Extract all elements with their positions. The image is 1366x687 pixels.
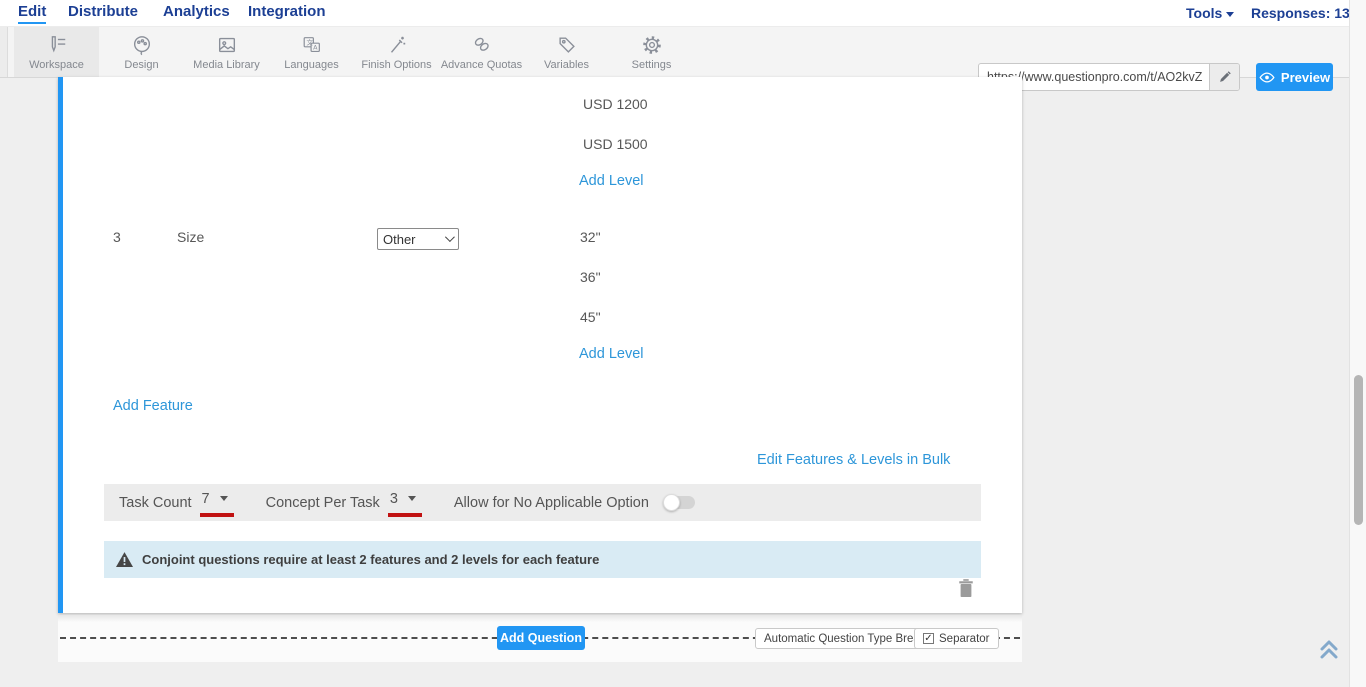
no-applicable-option-label: Allow for No Applicable Option [454,495,649,511]
survey-editor-page: Edit Distribute Analytics Integration To… [0,0,1366,687]
separator-label: Separator [939,633,990,645]
level-value[interactable]: 32" [580,229,601,245]
toolbar-item-languages[interactable]: 文A Languages [269,27,354,77]
toolbar-item-label: Settings [632,59,672,71]
warning-text: Conjoint questions require at least 2 fe… [142,552,599,567]
page-scrollbar-thumb[interactable] [1354,375,1363,525]
responses-count[interactable]: Responses: 135 [1251,5,1358,21]
toolbar-item-label: Variables [544,59,589,71]
task-count-value: 7 [202,491,210,507]
nav-tab-edit[interactable]: Edit [18,3,46,24]
concept-per-task-dropdown[interactable]: 3 [388,489,422,517]
pencil-icon [1218,70,1232,84]
no-applicable-option-toggle[interactable] [665,496,695,509]
toolbar-item-label: Finish Options [361,59,431,71]
media-library-icon [216,34,238,56]
tools-menu[interactable]: Tools [1186,5,1234,21]
preview-button[interactable]: Preview [1256,63,1333,91]
advance-quotas-icon [471,34,493,56]
feature-type-select-wrap: Other [377,228,459,250]
add-level-link[interactable]: Add Level [579,346,644,362]
add-question-strip: Add Question Automatic Question Type Bre… [58,615,1022,662]
settings-icon [641,34,663,56]
toolbar-item-label: Workspace [29,59,84,71]
svg-text:A: A [313,43,318,51]
preview-label: Preview [1281,70,1330,85]
chevron-down-icon [1226,12,1234,17]
toolbar-edge-sliver [0,27,8,77]
toolbar-item-label: Advance Quotas [441,59,522,71]
task-count-dropdown[interactable]: 7 [200,489,234,517]
toggle-knob [663,494,680,511]
nav-tab-distribute[interactable]: Distribute [68,3,138,20]
delete-question-icon[interactable] [957,578,975,598]
concept-per-task-label: Concept Per Task [266,495,380,511]
selected-question-indicator [58,77,63,613]
feature-name[interactable]: Size [177,229,204,245]
conjoint-warning-banner: Conjoint questions require at least 2 fe… [104,541,981,578]
auto-break-label: Automatic Question Type Break [764,633,926,645]
add-feature-link[interactable]: Add Feature [113,398,193,414]
add-level-link[interactable]: Add Level [579,173,644,189]
separator-option[interactable]: ✓ Separator [914,628,999,649]
toolbar-item-settings[interactable]: Settings [609,27,694,77]
toolbar-item-variables[interactable]: Variables [524,27,609,77]
variables-icon [556,34,578,56]
nav-tab-integration[interactable]: Integration [248,3,326,20]
level-value[interactable]: 36" [580,269,601,285]
toolbar-item-advance-quotas[interactable]: Advance Quotas [439,27,524,77]
toolbar-item-label: Languages [284,59,338,71]
feature-row-index: 3 [113,229,121,245]
task-count-label: Task Count [119,495,192,511]
editor-toolbar: Workspace Design Media Library 文A Langua… [0,26,1366,78]
level-value[interactable]: USD 1500 [583,136,648,152]
design-icon [131,34,153,56]
chevron-down-icon [408,496,416,501]
feature-type-select[interactable]: Other [377,228,459,250]
page-scrollbar-track[interactable] [1349,0,1366,687]
toolbar-item-label: Media Library [193,59,260,71]
chevron-down-icon [220,496,228,501]
separator-checkbox[interactable]: ✓ [923,633,934,644]
toolbar-item-media-library[interactable]: Media Library [184,27,269,77]
eye-icon [1259,72,1275,83]
scroll-to-top-button[interactable] [1314,634,1344,664]
concept-per-task-value: 3 [390,491,398,507]
nav-tab-analytics[interactable]: Analytics [163,3,230,20]
conjoint-question-panel: USD 1200 USD 1500 Add Level 3 Size Other… [58,77,1022,613]
bulk-edit-link[interactable]: Edit Features & Levels in Bulk [757,452,950,468]
tools-label: Tools [1186,5,1222,21]
top-nav: Edit Distribute Analytics Integration To… [0,0,1366,26]
conjoint-settings-bar: Task Count 7 Concept Per Task 3 Allow fo… [104,484,981,521]
languages-icon: 文A [301,34,323,56]
finish-options-icon [386,34,408,56]
toolbar-item-workspace[interactable]: Workspace [14,27,99,77]
level-value[interactable]: USD 1200 [583,96,648,112]
workspace-icon [46,34,68,56]
edit-url-button[interactable] [1209,64,1239,90]
toolbar-item-finish-options[interactable]: Finish Options [354,27,439,77]
auto-question-type-break-button[interactable]: Automatic Question Type Break [755,628,935,649]
level-value[interactable]: 45" [580,309,601,325]
add-question-button[interactable]: Add Question [497,626,585,650]
toolbar-item-label: Design [124,59,158,71]
toolbar-item-design[interactable]: Design [99,27,184,77]
warning-icon [116,552,133,567]
